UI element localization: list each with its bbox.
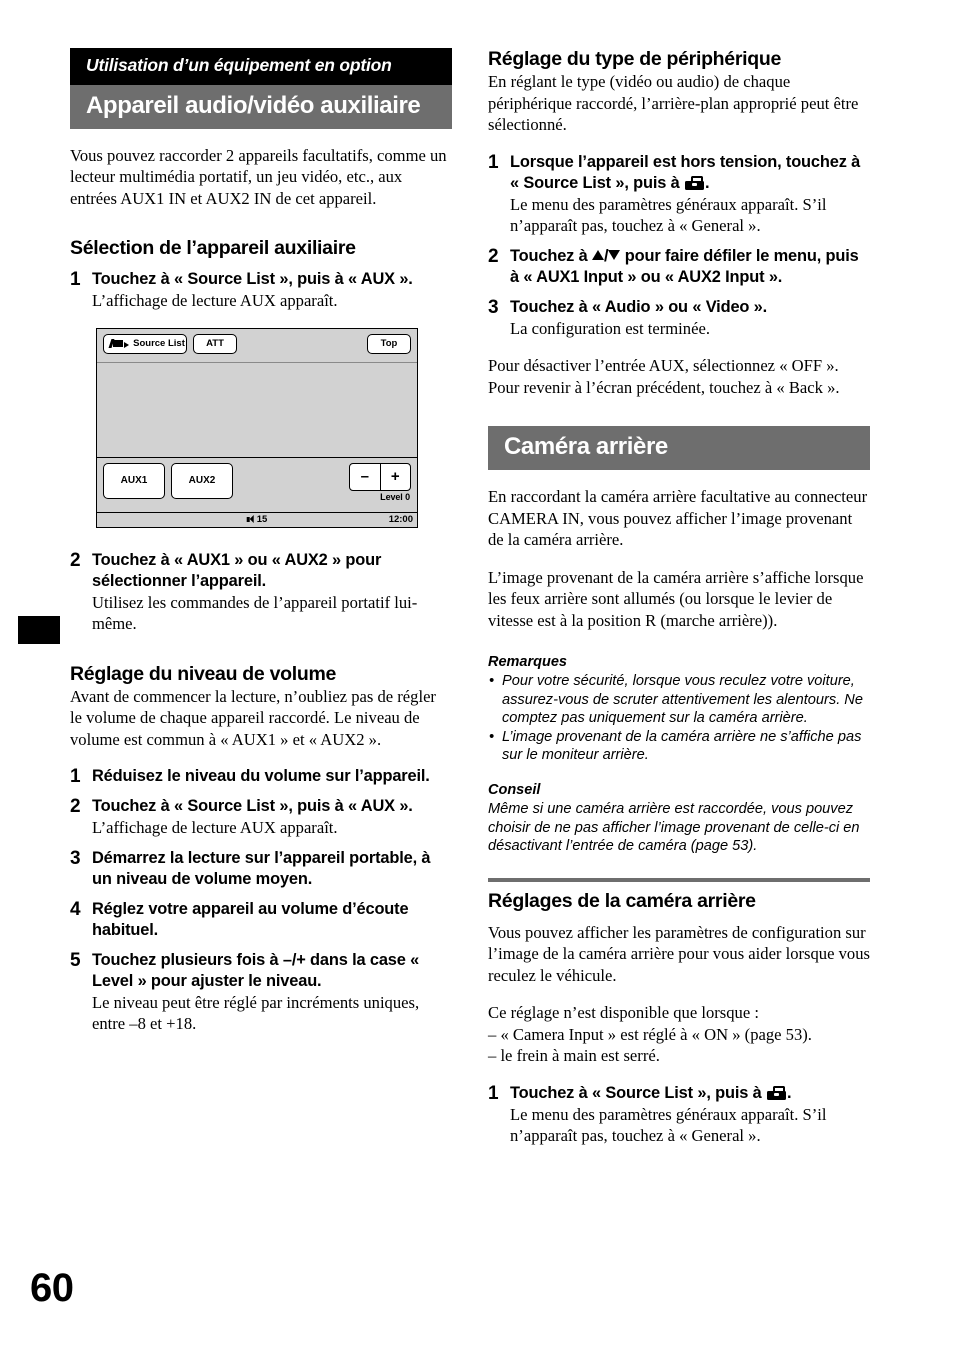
device-level-minus-button[interactable]: – (350, 463, 381, 490)
step-volume-3: 3 Démarrez la lecture sur l’appareil por… (70, 848, 452, 890)
device-status-bar: 15 12:00 (97, 511, 417, 527)
device-aux1-button[interactable]: AUX1 (103, 462, 165, 499)
step-title: Lorsque l’appareil est hors tension, tou… (510, 152, 870, 194)
device-volume-indicator: 15 (246, 513, 268, 525)
camera-settings-intro-1: Vous pouvez afficher les paramètres de c… (488, 922, 870, 985)
device-source-list-label: Source List (133, 338, 185, 349)
section-banner-camera: Caméra arrière (488, 426, 870, 470)
step-volume-4: 4 Réglez votre appareil au volume d’écou… (70, 899, 452, 941)
step-description: Le niveau peut être réglé par incréments… (92, 992, 420, 1034)
step-number: 2 (70, 549, 81, 571)
manual-page: 60 Utilisation d’un équipement en option… (0, 0, 954, 1352)
toolbox-icon (685, 175, 705, 190)
step-title: Touchez à « Audio » ou « Video ». (510, 297, 768, 316)
speaker-icon (246, 515, 256, 523)
notes-heading: Remarques (488, 654, 567, 670)
step-title: Démarrez la lecture sur l’appareil porta… (92, 848, 431, 888)
device-clock: 12:00 (388, 513, 413, 525)
volume-intro-paragraph: Avant de commencer la lecture, n’oubliez… (70, 686, 436, 749)
device-top-button[interactable]: Top (367, 333, 411, 354)
heading-volume-level: Réglage du niveau de volume (70, 662, 337, 685)
device-type-outro: Pour désactiver l’entrée AUX, sélectionn… (488, 356, 840, 397)
camera-settings-intro-2: Ce réglage n’est disponible que lorsque … (488, 1003, 759, 1023)
step-number: 1 (488, 1082, 499, 1104)
step-title: Touchez à / pour faire défiler le menu, … (510, 246, 870, 288)
note-item: Pour votre sécurité, lorsque vous recule… (488, 672, 870, 728)
toolbox-icon (767, 1085, 787, 1100)
camera-settings-condition-2: – le frein à main est serré. (488, 1046, 660, 1066)
section-banner-aux: Appareil audio/vidéo auxiliaire (70, 84, 452, 129)
note-item: L’image provenant de la caméra arrière n… (488, 728, 870, 765)
step-title: Touchez à « Source List », puis à « AUX … (92, 270, 413, 288)
device-aux2-button[interactable]: AUX2 (171, 462, 233, 499)
step-number: 4 (70, 898, 81, 920)
tip-text: Même si une caméra arrière est raccordée… (488, 800, 860, 855)
step-volume-1: 1 Réduisez le niveau du volume sur l’app… (70, 766, 452, 787)
step-title-suffix: . (787, 1083, 792, 1102)
chapter-banner: Utilisation d’un équipement en option (70, 48, 452, 85)
device-bottom-bar: AUX1 AUX2 – + Level 0 (97, 457, 417, 512)
heading-selection-aux: Sélection de l’appareil auxiliaire (70, 237, 356, 259)
step-device-type-1: 1 Lorsque l’appareil est hors tension, t… (488, 152, 870, 237)
device-type-intro: En réglant le type (vidéo ou audio) de c… (488, 72, 859, 134)
step-title: Réduisez le niveau du volume sur l’appar… (92, 767, 430, 785)
step-device-type-2: 2 Touchez à / pour faire défiler le menu… (488, 246, 870, 288)
device-top-bar: Source List ATT Top (97, 329, 417, 362)
step-number: 1 (70, 766, 81, 787)
step-description: La configuration est terminée. (510, 318, 710, 338)
source-list-icon (108, 339, 130, 348)
step-camera-settings-1: 1 Touchez à « Source List », puis à . Le… (488, 1083, 870, 1147)
device-source-list-button[interactable]: Source List (103, 333, 187, 354)
step-number: 2 (488, 245, 499, 267)
left-column: Utilisation d’un équipement en option Ap… (70, 48, 452, 1035)
step-title-text: Touchez à (510, 246, 592, 265)
step-volume-2: 2 Touchez à « Source List », puis à « AU… (70, 796, 452, 839)
device-level-plus-button[interactable]: + (381, 464, 411, 490)
step-description: Utilisez les commandes de l’appareil por… (92, 592, 418, 634)
triangle-up-icon (591, 249, 604, 260)
device-screen-illustration: Source List ATT Top AUX1 AUX2 – + Level … (96, 327, 418, 528)
device-volume-value: 15 (256, 513, 268, 525)
notes-list: Pour votre sécurité, lorsque vous recule… (488, 672, 870, 765)
step-description: L’affichage de lecture AUX apparaît. (92, 818, 338, 837)
step-title: Touchez à « Source List », puis à « AUX … (92, 797, 413, 815)
device-att-button[interactable]: ATT (193, 333, 237, 354)
step-title-suffix: . (705, 173, 710, 192)
step-number: 1 (488, 151, 499, 173)
step-title: Touchez à « AUX1 » ou « AUX2 » pour séle… (92, 550, 382, 590)
camera-settings-condition-1: – « Camera Input » est réglé à « ON » (p… (488, 1024, 812, 1044)
step-selection-1: 1 Touchez à « Source List », puis à « AU… (70, 269, 452, 312)
step-title-text: Touchez à « Source List », puis à (510, 1083, 767, 1102)
device-display-area (97, 361, 417, 458)
device-level-control: – + (349, 462, 411, 491)
camera-intro-2: L’image provenant de la caméra arrière s… (488, 567, 864, 630)
page-number: 60 (30, 1266, 74, 1310)
step-number: 2 (70, 796, 81, 817)
triangle-down-icon (608, 249, 621, 260)
step-description: Le menu des paramètres généraux apparaît… (510, 194, 827, 236)
step-description: L’affichage de lecture AUX apparaît. (92, 291, 338, 310)
step-selection-2: 2 Touchez à « AUX1 » ou « AUX2 » pour sé… (70, 550, 452, 635)
step-number: 5 (70, 949, 81, 971)
aux-intro-paragraph: Vous pouvez raccorder 2 appareils facult… (70, 145, 447, 208)
step-device-type-3: 3 Touchez à « Audio » ou « Video ». La c… (488, 297, 870, 340)
heading-device-type: Réglage du type de périphérique (488, 48, 782, 70)
device-level-label: Level 0 (380, 491, 410, 502)
step-title: Touchez à « Source List », puis à . (510, 1083, 870, 1104)
tip-heading: Conseil (488, 781, 541, 798)
step-volume-5: 5 Touchez plusieurs fois à –/+ dans la c… (70, 950, 452, 1035)
heading-camera-settings: Réglages de la caméra arrière (488, 889, 756, 912)
step-number: 1 (70, 269, 81, 290)
step-description: Le menu des paramètres généraux apparaît… (510, 1104, 827, 1146)
camera-intro-1: En raccordant la caméra arrière facultat… (488, 487, 868, 549)
step-number: 3 (488, 296, 499, 318)
step-number: 3 (70, 847, 81, 869)
chapter-thumb-tab (18, 616, 60, 644)
step-title: Touchez plusieurs fois à –/+ dans la cas… (92, 950, 420, 990)
right-column: Réglage du type de périphérique En régla… (488, 48, 870, 1147)
step-title: Réglez votre appareil au volume d’écoute… (92, 899, 409, 939)
section-divider-rule (488, 877, 870, 882)
